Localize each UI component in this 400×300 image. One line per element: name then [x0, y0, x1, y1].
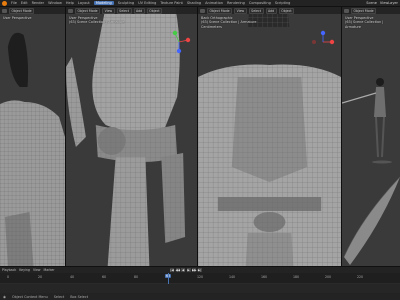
viewport-header: Object Mode View Select Add Object [66, 7, 197, 14]
viewport-info: User Perspective [3, 16, 31, 20]
timeline-menu-view[interactable]: View [33, 268, 41, 272]
character-mesh-back [0, 7, 65, 266]
menu-add[interactable]: Add [265, 7, 277, 14]
status-box-select: Box Select [70, 294, 89, 299]
menu-view[interactable]: View [234, 7, 247, 14]
viewport-header: Object Mode View Select Add Object [198, 7, 341, 14]
viewport-4[interactable]: Object Mode User Perspective (63) Scene … [342, 7, 400, 266]
navigation-gizmo-icon[interactable] [310, 29, 336, 55]
tab-modeling[interactable]: Modeling [93, 1, 114, 5]
viewport-info: User Perspective (63) Scene Collection |… [69, 16, 124, 25]
menu-select[interactable]: Select [248, 7, 264, 14]
tab-compositing[interactable]: Compositing [249, 1, 271, 5]
tab-layout[interactable]: Layout [78, 1, 90, 5]
viewport-header: Object Mode [0, 7, 65, 14]
navigation-gizmo-icon[interactable] [166, 29, 192, 55]
units-info: Centimeters [201, 24, 222, 29]
tab-animation[interactable]: Animation [205, 1, 223, 5]
menu-edit[interactable]: Edit [21, 1, 28, 5]
status-bar: ◉ Object Context Menu Select Box Select [0, 293, 400, 300]
mode-selector[interactable]: Object Mode [207, 7, 233, 14]
viewport-3[interactable]: Object Mode View Select Add Object Back … [198, 7, 342, 266]
top-bar: File Edit Render Window Help Layout Mode… [0, 0, 400, 7]
status-left: Object Context Menu [11, 294, 48, 299]
frame-tick: 0 [6, 275, 10, 279]
tab-uv-editing[interactable]: UV Editing [138, 1, 156, 5]
jump-keyframe-forward-button[interactable]: ▶▶ [192, 268, 197, 272]
tab-shading[interactable]: Shading [187, 1, 201, 5]
viewport-info: User Perspective (63) Scene Collection |… [345, 16, 400, 29]
character-full-mesh [342, 7, 400, 266]
view-name: User Perspective [3, 16, 32, 20]
menu-select[interactable]: Select [116, 7, 132, 14]
timeline[interactable]: Playback Keying View Marker |◀ ◀◀ ◀ ▶ ▶▶… [0, 266, 400, 294]
tab-rendering[interactable]: Rendering [227, 1, 245, 5]
frame-tick: 200 [324, 275, 332, 279]
frame-ruler[interactable]: 0 20 40 60 80 120 140 160 180 200 220 63 [0, 273, 400, 283]
menu-object[interactable]: Object [278, 7, 295, 14]
tab-scripting[interactable]: Scripting [275, 1, 291, 5]
frame-tick: 60 [101, 275, 107, 279]
blender-logo-icon[interactable] [2, 0, 7, 6]
jump-keyframe-back-button[interactable]: ◀◀ [175, 268, 180, 272]
timeline-menu-keying[interactable]: Keying [19, 268, 30, 272]
timeline-menu-marker[interactable]: Marker [44, 268, 55, 272]
jump-end-button[interactable]: ▶| [197, 268, 202, 272]
timeline-menu-playback[interactable]: Playback [2, 268, 16, 272]
menu-help[interactable]: Help [66, 1, 74, 5]
view-layer-selector[interactable]: ViewLayer [380, 1, 398, 5]
jump-start-button[interactable]: |◀ [170, 268, 174, 272]
editor-type-icon[interactable] [68, 8, 73, 13]
menu-view[interactable]: View [102, 7, 115, 14]
play-reverse-button[interactable]: ◀ [181, 268, 185, 272]
menu-window[interactable]: Window [48, 1, 62, 5]
frame-tick: 40 [69, 275, 75, 279]
play-button[interactable]: ▶ [186, 268, 191, 272]
collection-info: (63) Scene Collection | Armature [69, 20, 125, 25]
frame-tick: 180 [292, 275, 300, 279]
frame-tick: 80 [133, 275, 139, 279]
playback-controls: |◀ ◀◀ ◀ ▶ ▶▶ ▶| [170, 268, 202, 272]
collection-info: (63) Scene Collection | Armature [345, 20, 384, 29]
status-select: Select [53, 294, 65, 299]
frame-tick: 160 [260, 275, 268, 279]
scene-selector[interactable]: Scene [366, 1, 377, 5]
frame-tick: 120 [196, 275, 204, 279]
mouse-icon: ◉ [3, 294, 6, 299]
editor-type-icon[interactable] [344, 8, 349, 13]
tab-sculpting[interactable]: Sculpting [118, 1, 134, 5]
mode-selector[interactable]: Object Mode [351, 7, 377, 14]
tab-texture-paint[interactable]: Texture Paint [160, 1, 183, 5]
viewport-1[interactable]: Object Mode User Perspective [0, 7, 66, 266]
menu-render[interactable]: Render [32, 1, 44, 5]
menu-file[interactable]: File [11, 1, 17, 5]
mode-selector[interactable]: Object Mode [9, 7, 35, 14]
frame-tick: 140 [228, 275, 236, 279]
frame-tick: 220 [356, 275, 364, 279]
mode-selector[interactable]: Object Mode [75, 7, 101, 14]
viewport-2[interactable]: Object Mode View Select Add Object User … [66, 7, 198, 266]
frame-tick: 20 [37, 275, 43, 279]
menu-add[interactable]: Add [133, 7, 145, 14]
editor-type-icon[interactable] [200, 8, 205, 13]
viewport-header: Object Mode [342, 7, 400, 14]
viewport-info: Back Orthographic (63) Scene Collection … [201, 16, 256, 29]
editor-type-icon[interactable] [2, 8, 7, 13]
menu-object[interactable]: Object [146, 7, 163, 14]
